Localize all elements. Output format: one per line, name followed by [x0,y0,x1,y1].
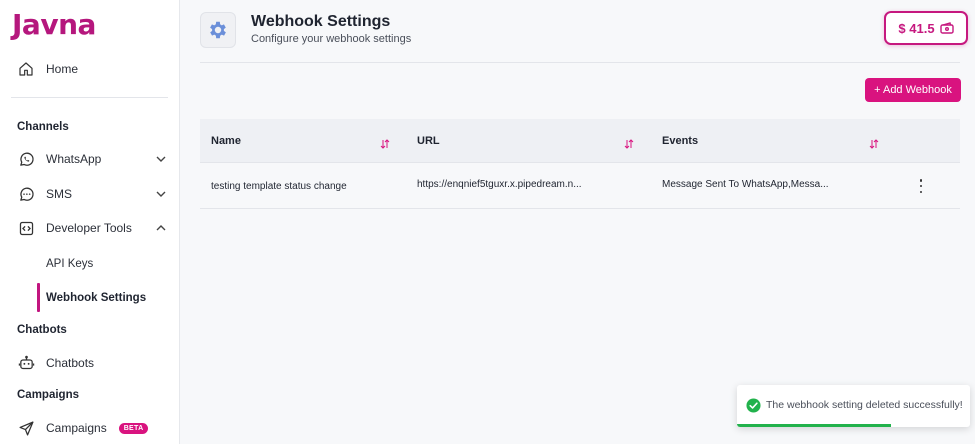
sidebar-item-chatbots[interactable]: Chatbots [17,351,167,375]
sidebar-item-developer-tools[interactable]: Developer Tools [17,216,167,240]
chat-bubble-icon [17,185,35,203]
balance-amount: $ 41.5 [898,20,935,36]
beta-badge: BETA [118,422,149,434]
sidebar-item-label: Campaigns [46,421,107,435]
sidebar-item-label: Chatbots [46,356,95,370]
sidebar-item-whatsapp[interactable]: WhatsApp [17,147,167,171]
column-header-url[interactable]: URL [417,135,440,147]
sidebar-item-label: SMS [46,187,73,201]
sidebar-item-label: Home [46,62,79,76]
sidebar-subitem-api-keys[interactable]: API Keys [46,258,93,270]
more-options-icon[interactable] [917,179,925,193]
sidebar-item-campaigns[interactable]: Campaigns BETA [17,416,167,440]
sort-icon[interactable] [869,136,879,149]
chatbots-heading: Chatbots [17,324,67,336]
table-row[interactable]: testing template status change https://e… [200,163,960,209]
javna-logo[interactable]: Javna [12,8,96,41]
chevron-down-icon[interactable] [155,188,167,200]
sidebar-item-label: Developer Tools [46,221,132,235]
sidebar-item-home[interactable]: Home [17,57,167,81]
sidebar-subitem-webhook-settings[interactable]: Webhook Settings [46,292,146,304]
sidebar-item-sms[interactable]: SMS [17,182,167,206]
toast-progress-bar [737,424,891,427]
cell-url: https://enqnief5tguxr.x.pipedream.n... [417,179,582,190]
sidebar-divider [11,97,168,98]
cell-events: Message Sent To WhatsApp,Messa... [662,179,829,190]
table-header: Name URL Events [200,119,960,163]
column-header-name[interactable]: Name [211,135,241,147]
sort-icon[interactable] [624,136,634,149]
active-indicator [37,283,40,312]
toast-message: The webhook setting deleted successfully… [766,399,963,411]
home-icon [17,60,35,78]
page-subtitle: Configure your webhook settings [251,33,412,45]
column-header-events[interactable]: Events [662,135,698,147]
success-toast[interactable]: The webhook setting deleted successfully… [737,385,970,427]
webhooks-table: Name URL Events testing template status … [200,119,960,209]
sidebar: Javna Home Channels WhatsApp SMS Develop… [0,0,180,444]
chevron-down-icon[interactable] [155,153,167,165]
balance-button[interactable]: $ 41.5 [884,11,968,45]
robot-icon [17,354,35,372]
whatsapp-icon [17,150,35,168]
sidebar-item-label: WhatsApp [46,152,102,166]
page-title: Webhook Settings [251,13,391,30]
check-circle-icon [746,398,761,413]
add-webhook-button[interactable]: + Add Webhook [865,78,961,102]
wallet-icon [939,22,954,34]
sort-icon[interactable] [380,136,390,149]
header-divider [200,62,960,63]
campaigns-heading: Campaigns [17,389,79,401]
channels-heading: Channels [17,121,69,133]
code-icon [17,219,35,237]
settings-gear-icon [200,12,236,48]
toast-progress-track [737,424,970,427]
cell-name: testing template status change [211,181,347,192]
chevron-up-icon[interactable] [155,222,167,234]
send-icon [17,419,35,437]
